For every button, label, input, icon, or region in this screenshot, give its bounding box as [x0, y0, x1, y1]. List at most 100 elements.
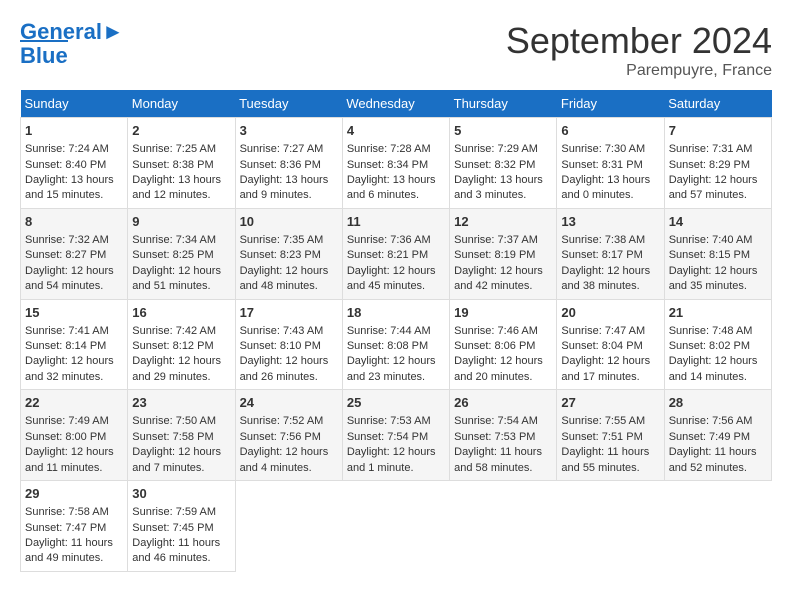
day-info-line: Sunset: 8:17 PM: [561, 248, 659, 263]
day-info-line: Sunrise: 7:24 AM: [25, 142, 123, 157]
column-header-tuesday: Tuesday: [235, 90, 342, 118]
day-info-line: Daylight: 13 hours: [454, 173, 552, 188]
day-info-line: Sunset: 8:15 PM: [669, 248, 767, 263]
day-info-line: Sunrise: 7:32 AM: [25, 233, 123, 248]
day-info-line: Daylight: 12 hours: [669, 264, 767, 279]
day-info-line: and 52 minutes.: [669, 461, 767, 476]
day-info-line: and 57 minutes.: [669, 188, 767, 203]
calendar-cell: 24Sunrise: 7:52 AMSunset: 7:56 PMDayligh…: [235, 390, 342, 481]
day-info-line: Sunrise: 7:46 AM: [454, 324, 552, 339]
calendar-cell: 7Sunrise: 7:31 AMSunset: 8:29 PMDaylight…: [664, 118, 771, 209]
day-info-line: Daylight: 12 hours: [669, 173, 767, 188]
day-info-line: Sunset: 7:53 PM: [454, 430, 552, 445]
day-info-line: Daylight: 13 hours: [132, 173, 230, 188]
title-block: September 2024 Parempuyre, France: [506, 20, 772, 80]
calendar-cell: 6Sunrise: 7:30 AMSunset: 8:31 PMDaylight…: [557, 118, 664, 209]
day-info-line: and 23 minutes.: [347, 370, 445, 385]
day-info-line: Daylight: 11 hours: [669, 445, 767, 460]
column-header-friday: Friday: [557, 90, 664, 118]
day-info-line: Daylight: 12 hours: [25, 354, 123, 369]
day-info-line: Sunset: 8:10 PM: [240, 339, 338, 354]
calendar-cell: 8Sunrise: 7:32 AMSunset: 8:27 PMDaylight…: [21, 208, 128, 299]
day-info-line: Sunset: 7:45 PM: [132, 521, 230, 536]
calendar-cell: 13Sunrise: 7:38 AMSunset: 8:17 PMDayligh…: [557, 208, 664, 299]
day-info-line: Sunrise: 7:37 AM: [454, 233, 552, 248]
day-info-line: Sunset: 8:32 PM: [454, 158, 552, 173]
calendar-cell: [557, 481, 664, 572]
day-number: 7: [669, 122, 767, 140]
day-number: 22: [25, 394, 123, 412]
column-header-saturday: Saturday: [664, 90, 771, 118]
calendar-cell: [664, 481, 771, 572]
day-info-line: Daylight: 11 hours: [25, 536, 123, 551]
day-info-line: and 20 minutes.: [454, 370, 552, 385]
calendar-cell: 17Sunrise: 7:43 AMSunset: 8:10 PMDayligh…: [235, 299, 342, 390]
day-info-line: Sunrise: 7:42 AM: [132, 324, 230, 339]
day-number: 23: [132, 394, 230, 412]
day-number: 1: [25, 122, 123, 140]
day-number: 24: [240, 394, 338, 412]
day-info-line: and 29 minutes.: [132, 370, 230, 385]
day-info-line: and 0 minutes.: [561, 188, 659, 203]
day-number: 21: [669, 304, 767, 322]
calendar-cell: 19Sunrise: 7:46 AMSunset: 8:06 PMDayligh…: [450, 299, 557, 390]
calendar-cell: [450, 481, 557, 572]
day-info-line: and 42 minutes.: [454, 279, 552, 294]
day-number: 28: [669, 394, 767, 412]
calendar-cell: 29Sunrise: 7:58 AMSunset: 7:47 PMDayligh…: [21, 481, 128, 572]
day-number: 16: [132, 304, 230, 322]
calendar-cell: 25Sunrise: 7:53 AMSunset: 7:54 PMDayligh…: [342, 390, 449, 481]
calendar-cell: 15Sunrise: 7:41 AMSunset: 8:14 PMDayligh…: [21, 299, 128, 390]
day-info-line: and 15 minutes.: [25, 188, 123, 203]
calendar-cell: 26Sunrise: 7:54 AMSunset: 7:53 PMDayligh…: [450, 390, 557, 481]
calendar-week-row: 1Sunrise: 7:24 AMSunset: 8:40 PMDaylight…: [21, 118, 772, 209]
day-info-line: Sunrise: 7:58 AM: [25, 505, 123, 520]
column-header-monday: Monday: [128, 90, 235, 118]
day-info-line: Sunrise: 7:54 AM: [454, 414, 552, 429]
calendar-cell: [235, 481, 342, 572]
calendar-header-row: SundayMondayTuesdayWednesdayThursdayFrid…: [21, 90, 772, 118]
calendar-week-row: 22Sunrise: 7:49 AMSunset: 8:00 PMDayligh…: [21, 390, 772, 481]
day-info-line: Sunset: 8:38 PM: [132, 158, 230, 173]
day-info-line: Sunset: 8:00 PM: [25, 430, 123, 445]
calendar-cell: 28Sunrise: 7:56 AMSunset: 7:49 PMDayligh…: [664, 390, 771, 481]
day-info-line: and 49 minutes.: [25, 551, 123, 566]
day-info-line: Sunset: 8:12 PM: [132, 339, 230, 354]
day-info-line: Sunset: 8:29 PM: [669, 158, 767, 173]
day-info-line: Sunrise: 7:43 AM: [240, 324, 338, 339]
day-info-line: Sunset: 8:31 PM: [561, 158, 659, 173]
month-title: September 2024: [506, 20, 772, 62]
day-info-line: Sunrise: 7:28 AM: [347, 142, 445, 157]
column-header-wednesday: Wednesday: [342, 90, 449, 118]
day-info-line: Sunset: 7:51 PM: [561, 430, 659, 445]
day-number: 3: [240, 122, 338, 140]
day-info-line: and 46 minutes.: [132, 551, 230, 566]
day-number: 4: [347, 122, 445, 140]
day-info-line: Sunset: 8:19 PM: [454, 248, 552, 263]
day-info-line: Sunrise: 7:34 AM: [132, 233, 230, 248]
calendar-cell: 21Sunrise: 7:48 AMSunset: 8:02 PMDayligh…: [664, 299, 771, 390]
day-info-line: Daylight: 12 hours: [347, 264, 445, 279]
day-info-line: Sunrise: 7:55 AM: [561, 414, 659, 429]
day-info-line: Daylight: 12 hours: [240, 445, 338, 460]
day-info-line: Sunset: 7:58 PM: [132, 430, 230, 445]
calendar-week-row: 15Sunrise: 7:41 AMSunset: 8:14 PMDayligh…: [21, 299, 772, 390]
day-number: 14: [669, 213, 767, 231]
day-info-line: Daylight: 11 hours: [561, 445, 659, 460]
calendar-cell: 27Sunrise: 7:55 AMSunset: 7:51 PMDayligh…: [557, 390, 664, 481]
day-number: 9: [132, 213, 230, 231]
day-info-line: and 26 minutes.: [240, 370, 338, 385]
day-info-line: Sunrise: 7:29 AM: [454, 142, 552, 157]
day-info-line: Daylight: 13 hours: [25, 173, 123, 188]
day-info-line: Sunset: 8:40 PM: [25, 158, 123, 173]
day-info-line: Sunrise: 7:36 AM: [347, 233, 445, 248]
day-info-line: Sunrise: 7:48 AM: [669, 324, 767, 339]
day-info-line: Sunset: 7:47 PM: [25, 521, 123, 536]
day-info-line: and 4 minutes.: [240, 461, 338, 476]
page-header: General► Blue September 2024 Parempuyre,…: [20, 20, 772, 80]
day-number: 11: [347, 213, 445, 231]
calendar-cell: 23Sunrise: 7:50 AMSunset: 7:58 PMDayligh…: [128, 390, 235, 481]
calendar-week-row: 29Sunrise: 7:58 AMSunset: 7:47 PMDayligh…: [21, 481, 772, 572]
day-info-line: Sunset: 7:56 PM: [240, 430, 338, 445]
day-info-line: and 3 minutes.: [454, 188, 552, 203]
